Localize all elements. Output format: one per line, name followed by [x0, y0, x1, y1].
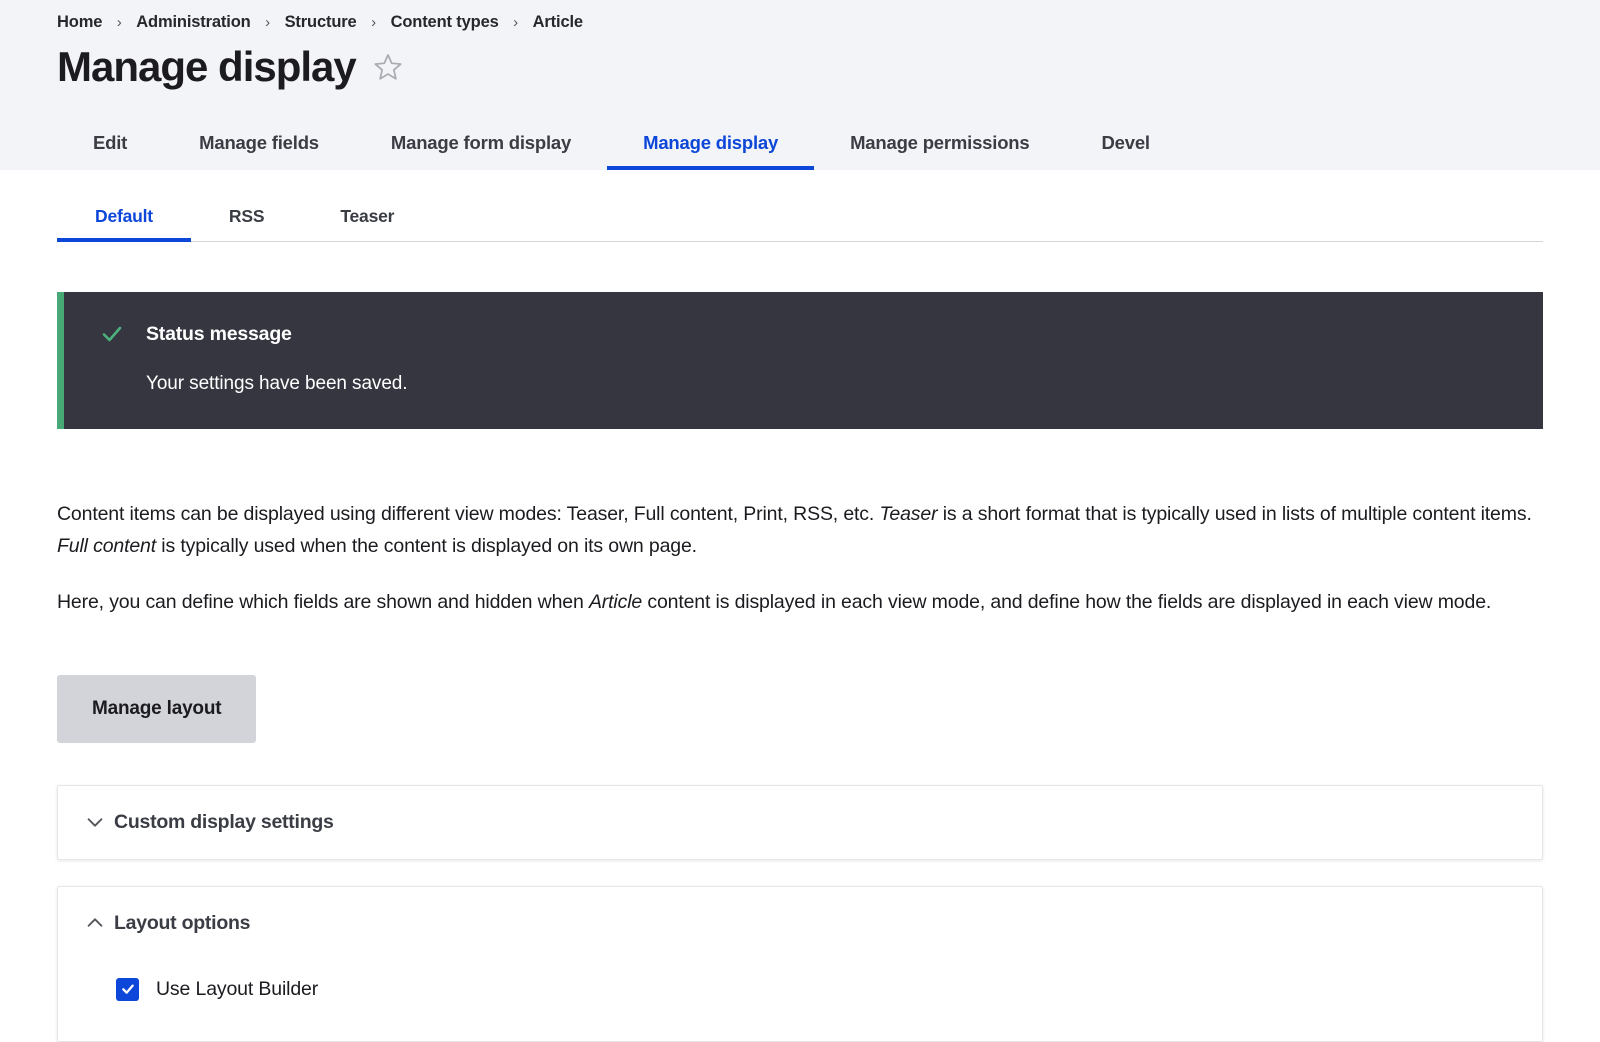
status-message-body: Your settings have been saved. — [146, 373, 1515, 395]
intro-p2-em-article: Article — [589, 591, 642, 613]
status-message-title: Status message — [146, 323, 292, 346]
tab-manage-display[interactable]: Manage display — [607, 134, 814, 171]
tab-devel[interactable]: Devel — [1065, 134, 1185, 171]
breadcrumb-item-home[interactable]: Home — [57, 13, 102, 32]
tab-edit[interactable]: Edit — [57, 134, 163, 171]
intro-p2-text-2: content is displayed in each view mode, … — [642, 591, 1491, 613]
manage-layout-button[interactable]: Manage layout — [57, 675, 256, 743]
custom-display-settings-details[interactable]: Custom display settings — [57, 785, 1543, 860]
breadcrumb-separator-icon: › — [102, 15, 136, 30]
intro-p1-text-1: Content items can be displayed using dif… — [57, 503, 879, 525]
intro-text: Content items can be displayed using dif… — [57, 499, 1543, 619]
intro-p1-text-3: is typically used when the content is di… — [156, 535, 697, 557]
check-icon — [100, 322, 146, 346]
breadcrumb-item-structure[interactable]: Structure — [285, 13, 357, 32]
title-row: Manage display — [0, 36, 1600, 96]
intro-p1-em-teaser: Teaser — [879, 503, 937, 525]
status-message-header: Status message — [100, 322, 1515, 346]
view-mode-tab-rss[interactable]: RSS — [191, 208, 302, 242]
breadcrumb-separator-icon: › — [357, 15, 391, 30]
layout-options-summary[interactable]: Layout options — [58, 887, 1542, 960]
breadcrumb-item-article[interactable]: Article — [533, 13, 583, 32]
breadcrumb-item-administration[interactable]: Administration — [136, 13, 250, 32]
secondary-tabs: Default RSS Teaser — [57, 170, 1543, 242]
breadcrumb-separator-icon: › — [499, 15, 533, 30]
layout-options-details[interactable]: Layout options Use Layout Builder — [57, 886, 1543, 1042]
breadcrumb: Home › Administration › Structure › Cont… — [0, 0, 1600, 36]
star-outline-icon[interactable] — [372, 51, 404, 83]
tab-manage-form-display[interactable]: Manage form display — [355, 134, 607, 171]
use-layout-builder-row: Use Layout Builder — [84, 978, 1516, 1001]
custom-display-settings-title: Custom display settings — [114, 811, 334, 834]
layout-options-title: Layout options — [114, 912, 250, 935]
intro-p1-text-2: is a short format that is typically used… — [937, 503, 1531, 525]
view-mode-tab-teaser[interactable]: Teaser — [302, 208, 432, 242]
tab-manage-permissions[interactable]: Manage permissions — [814, 134, 1065, 171]
use-layout-builder-checkbox[interactable] — [116, 978, 139, 1001]
use-layout-builder-label[interactable]: Use Layout Builder — [156, 978, 318, 1001]
intro-p1-em-full-content: Full content — [57, 535, 156, 557]
status-message: Status message Your settings have been s… — [57, 292, 1543, 429]
page-header: Home › Administration › Structure › Cont… — [0, 0, 1600, 170]
intro-paragraph-2: Here, you can define which fields are sh… — [57, 587, 1535, 619]
secondary-tabs-wrapper: Default RSS Teaser — [0, 170, 1600, 242]
breadcrumb-item-content-types[interactable]: Content types — [391, 13, 499, 32]
page-title: Manage display — [57, 46, 356, 88]
primary-tabs: Edit Manage fields Manage form display M… — [0, 106, 1600, 170]
breadcrumb-separator-icon: › — [251, 15, 285, 30]
chevron-up-icon[interactable] — [84, 912, 114, 934]
layout-options-body: Use Layout Builder — [58, 960, 1542, 1041]
intro-p2-text-1: Here, you can define which fields are sh… — [57, 591, 589, 613]
intro-paragraph-1: Content items can be displayed using dif… — [57, 499, 1535, 562]
main-content: Status message Your settings have been s… — [0, 292, 1600, 1042]
tab-manage-fields[interactable]: Manage fields — [163, 134, 355, 171]
chevron-down-icon[interactable] — [84, 811, 114, 833]
view-mode-tab-default[interactable]: Default — [57, 208, 191, 242]
custom-display-settings-summary[interactable]: Custom display settings — [58, 786, 1542, 859]
